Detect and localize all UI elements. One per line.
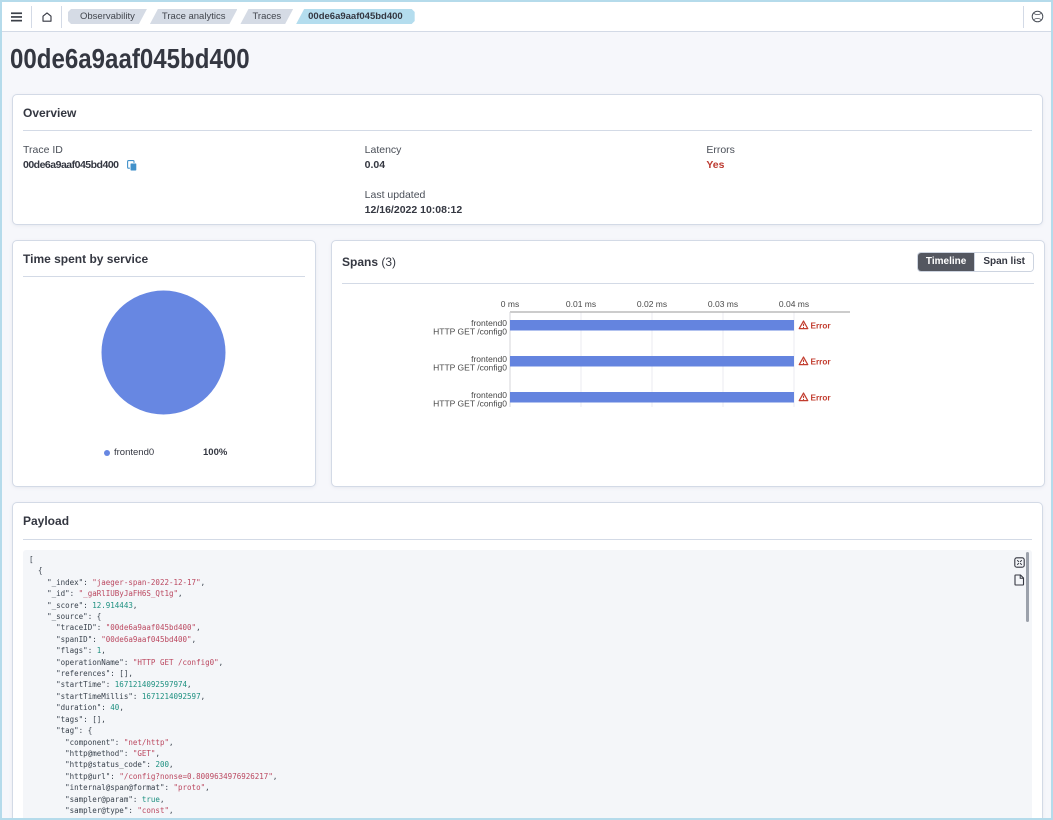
spans-panel: Spans (3) Timeline Span list 0 ms 0.01 ms…: [331, 240, 1045, 487]
errors-field: Errors Yes: [706, 144, 1032, 172]
gantt-x-tick: 0 ms: [501, 299, 519, 309]
home-button[interactable]: [32, 2, 61, 32]
spans-gantt-chart[interactable]: 0 ms0.01 ms0.02 ms0.03 ms0.04 msfrontend…: [342, 284, 1034, 470]
last-updated-value: 12/16/2022 10:08:12: [365, 204, 691, 217]
spans-header: Spans (3) Timeline Span list: [342, 252, 1034, 272]
gantt-error-label: Error: [811, 393, 832, 402]
hamburger-icon: [11, 12, 22, 22]
spans-title: Spans (3): [342, 255, 396, 269]
divider: [23, 130, 1032, 131]
last-updated-field: Last updated 12/16/2022 10:08:12: [365, 189, 691, 217]
gantt-error-label: Error: [811, 357, 832, 366]
copy-document-icon: [1014, 574, 1025, 586]
menu-button[interactable]: [2, 2, 31, 32]
trace-id-label: Trace ID: [23, 144, 349, 157]
legend-dot: [104, 450, 110, 456]
toggle-timeline[interactable]: Timeline: [918, 253, 974, 271]
legend-label[interactable]: frontend0: [114, 446, 154, 459]
time-spent-panel: Time spent by service frontend0 100%: [12, 240, 316, 487]
gantt-span-operation: HTTP GET /config0: [433, 327, 507, 337]
nav-right-section: [1023, 2, 1051, 32]
code-controls: [1014, 556, 1025, 585]
legend-percent: 100%: [203, 446, 227, 459]
errors-value: Yes: [706, 159, 1032, 172]
overview-fields: Trace ID 00de6a9aaf045bd400 Latency 0.: [23, 144, 1032, 217]
gantt-span-bar[interactable]: [510, 320, 794, 331]
copy-icon: [127, 160, 137, 171]
home-icon: [42, 12, 52, 22]
spans-title-text: Spans: [342, 255, 378, 269]
spans-view-toggle: Timeline Span list: [917, 252, 1034, 272]
expand-code-button[interactable]: [1014, 556, 1025, 567]
nav-divider: [61, 6, 62, 28]
page-title: 00de6a9aaf045bd400: [10, 42, 898, 76]
gantt-x-tick: 0.03 ms: [708, 299, 738, 309]
last-updated-label: Last updated: [365, 189, 691, 202]
toggle-span-list[interactable]: Span list: [974, 253, 1033, 271]
gantt-x-tick: 0.01 ms: [566, 299, 596, 309]
breadcrumb-current: 00de6a9aaf045bd400: [296, 9, 415, 24]
trace-id-text: 00de6a9aaf045bd400: [23, 159, 119, 172]
trace-id-field: Trace ID 00de6a9aaf045bd400: [23, 144, 349, 172]
copy-trace-id-button[interactable]: [127, 160, 137, 171]
app-frame: ObservabilityTrace analyticsTraces00de6a…: [0, 0, 1053, 820]
copy-code-button[interactable]: [1014, 574, 1025, 585]
pie-slice-frontend0[interactable]: [102, 291, 226, 415]
fullscreen-icon: [1014, 557, 1025, 568]
latency-label: Latency: [365, 144, 691, 157]
charts-row: Time spent by service frontend0 100% Spa…: [12, 240, 1043, 487]
divider: [23, 539, 1032, 540]
globe-button[interactable]: [1024, 2, 1051, 32]
gantt-span-operation: HTTP GET /config0: [433, 399, 507, 409]
overview-panel: Overview Trace ID 00de6a9aaf045bd400: [12, 94, 1043, 225]
gantt-span-operation: HTTP GET /config0: [433, 363, 507, 373]
spans-count-text: (3): [381, 255, 396, 269]
globe-icon: [1031, 10, 1044, 23]
breadcrumb-2[interactable]: Traces: [240, 9, 293, 24]
breadcrumb-1[interactable]: Trace analytics: [150, 9, 238, 24]
top-navigation: ObservabilityTrace analyticsTraces00de6a…: [2, 2, 1051, 32]
breadcrumb-0[interactable]: Observability: [68, 9, 147, 24]
gantt-x-tick: 0.04 ms: [779, 299, 809, 309]
overview-title: Overview: [23, 106, 1032, 120]
spans-count: (3): [381, 255, 396, 269]
gantt-error-label: Error: [811, 321, 832, 330]
code-scrollbar-thumb[interactable]: [1026, 552, 1029, 622]
time-spent-title: Time spent by service: [23, 252, 305, 266]
payload-json: [ { "_index": "jaeger-span-2022-12-17", …: [29, 554, 1018, 816]
payload-title: Payload: [23, 514, 1032, 528]
gantt-x-tick: 0.02 ms: [637, 299, 667, 309]
breadcrumbs: ObservabilityTrace analyticsTraces00de6a…: [68, 9, 415, 24]
pie-legend: frontend0 100%: [23, 446, 305, 460]
gantt-span-bar[interactable]: [510, 392, 794, 403]
latency-value: 0.04: [365, 159, 691, 172]
payload-panel: Payload [ { "_index": "jaeger-span-2022-…: [12, 502, 1043, 820]
payload-code-block[interactable]: [ { "_index": "jaeger-span-2022-12-17", …: [23, 550, 1032, 820]
trace-id-value: 00de6a9aaf045bd400: [23, 159, 349, 172]
service-pie-chart[interactable]: [23, 277, 307, 417]
gantt-span-bar[interactable]: [510, 356, 794, 367]
latency-field: Latency 0.04: [365, 144, 691, 172]
errors-label: Errors: [706, 144, 1032, 157]
page-content: 00de6a9aaf045bd400 Overview Trace ID 00d…: [2, 42, 1051, 820]
